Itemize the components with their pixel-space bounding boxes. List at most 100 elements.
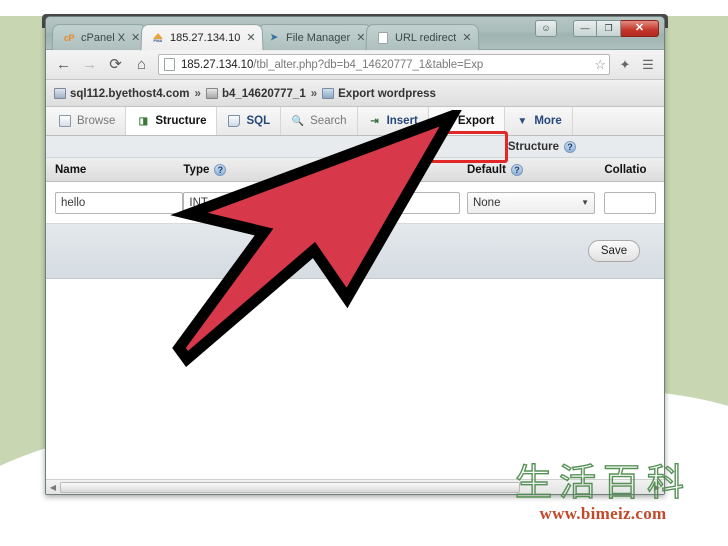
column-collation-input[interactable]	[604, 191, 657, 214]
close-icon[interactable]: ✕	[356, 31, 366, 44]
browser-tab-label: 185.27.134.10	[170, 31, 241, 44]
close-icon[interactable]: ✕	[246, 31, 256, 44]
tab-label: Insert	[386, 115, 418, 127]
menu-icon[interactable]: ☰	[640, 57, 656, 73]
browser-tab-label: File Manager	[285, 31, 351, 44]
browser-tab-file-manager[interactable]: ➤ File Manager ✕	[256, 24, 373, 51]
field-name-cell: hello	[46, 191, 183, 214]
window-controls: ☺ — ❐ ✕	[535, 20, 659, 37]
address-bar-path: /tbl_alter.php?db=b4_14620777_1&table=Ex…	[253, 58, 484, 71]
column-default-select[interactable]: None ▼	[466, 191, 595, 214]
breadcrumb-table[interactable]: Export wordpress	[338, 88, 436, 100]
tab-more[interactable]: ▼ More	[505, 107, 573, 135]
search-icon: 🔍	[291, 115, 305, 127]
chevron-down-icon: ▼	[517, 115, 528, 127]
tab-search[interactable]: 🔍 Search	[281, 107, 358, 135]
column-label: Type	[183, 163, 210, 176]
field-default-cell: None ▼	[466, 191, 604, 214]
section-title: Structure	[507, 140, 559, 153]
table-header-row: Name Type ? Default ? Collatio	[46, 158, 664, 182]
scroll-left-arrow-icon[interactable]: ◀	[46, 483, 60, 492]
reload-button[interactable]: ⟳	[106, 55, 125, 74]
page-content: sql112.byethost4.com » b4_14620777_1 » E…	[46, 81, 664, 494]
browser-tab-label: URL redirect	[395, 31, 457, 44]
address-bar[interactable]: 185.27.134.10/tbl_alter.php?db=b4_146207…	[158, 54, 610, 75]
breadcrumb-server[interactable]: sql112.byethost4.com	[70, 88, 190, 100]
horizontal-scrollbar[interactable]: ◀ ▶	[46, 479, 664, 494]
sql-icon	[227, 115, 241, 128]
select-value: None	[472, 196, 501, 209]
phpmyadmin-nav-tabs: Browse ◨ Structure SQL 🔍 Search ⇥ Insert…	[46, 107, 664, 163]
column-header-name: Name	[46, 164, 183, 176]
database-icon	[205, 88, 218, 99]
bookmark-star-icon[interactable]: ☆	[594, 57, 606, 73]
breadcrumb-separator: »	[194, 87, 201, 100]
restore-button[interactable]: ❐	[597, 20, 621, 37]
close-icon[interactable]: ✕	[131, 31, 141, 44]
browser-titlebar: cP cPanel X ✕ PMA 185.27.134.10 ✕ ➤ File…	[46, 17, 664, 51]
extension-icon[interactable]: ✦	[617, 57, 633, 73]
browser-toolbar: ← → ⟳ ⌂ 185.27.134.10/tbl_alter.php?db=b…	[46, 50, 664, 80]
column-header-collation: Collatio	[604, 164, 664, 176]
page-icon	[164, 58, 175, 71]
field-type-cell: INT	[183, 191, 467, 214]
browser-tabstrip: cP cPanel X ✕ PMA 185.27.134.10 ✕ ➤ File…	[51, 23, 480, 51]
tab-label: Browse	[77, 115, 116, 127]
browse-icon	[58, 115, 72, 128]
browser-tab-url-redirect[interactable]: URL redirect ✕	[365, 24, 480, 51]
address-bar-host: 185.27.134.10	[181, 58, 254, 71]
breadcrumb-database[interactable]: b4_14620777_1	[222, 88, 306, 100]
home-button[interactable]: ⌂	[132, 55, 151, 74]
server-icon	[54, 88, 66, 99]
scrollbar-track[interactable]	[60, 480, 650, 495]
column-label: Default	[466, 163, 506, 176]
column-label: Name	[55, 163, 87, 176]
minimize-button[interactable]: —	[573, 20, 597, 37]
address-bar-url: 185.27.134.10/tbl_alter.php?db=b4_146207…	[181, 59, 592, 71]
help-icon[interactable]: ?	[564, 140, 576, 153]
cpanel-icon: cP	[63, 32, 75, 43]
forward-button[interactable]: →	[80, 55, 99, 74]
export-icon	[439, 115, 453, 128]
tab-label: Export	[457, 115, 495, 127]
back-button[interactable]: ←	[54, 55, 73, 74]
tab-browse[interactable]: Browse	[48, 107, 127, 135]
browser-tab-label: cPanel X	[80, 31, 126, 44]
close-icon[interactable]: ✕	[462, 31, 472, 44]
scrollbar-thumb[interactable]	[60, 481, 521, 493]
tab-export[interactable]: Export	[428, 107, 506, 135]
column-header-type: Type ?	[183, 163, 467, 176]
tab-label: Structure	[155, 115, 207, 127]
document-icon	[376, 31, 390, 45]
tab-sql[interactable]: SQL	[217, 107, 282, 135]
browser-tab-cpanel-x[interactable]: cP cPanel X ✕	[51, 24, 148, 51]
close-button[interactable]: ✕	[621, 20, 659, 37]
tab-label: More	[534, 115, 562, 127]
chevron-down-icon: ▼	[581, 198, 589, 207]
form-footer: Save	[46, 224, 664, 279]
structure-icon: ◨	[138, 115, 149, 127]
column-name-input[interactable]: hello	[55, 191, 183, 214]
breadcrumb: sql112.byethost4.com » b4_14620777_1 » E…	[46, 81, 664, 107]
column-type-input[interactable]: INT	[183, 191, 461, 214]
scroll-right-arrow-icon[interactable]: ▶	[650, 483, 664, 492]
breadcrumb-separator: »	[310, 87, 318, 100]
phpmyadmin-icon: PMA	[151, 31, 165, 45]
insert-icon: ⇥	[370, 115, 379, 127]
save-button[interactable]: Save	[588, 240, 640, 262]
column-label: Collatio	[604, 163, 647, 176]
user-account-icon[interactable]: ☺	[535, 20, 557, 37]
tab-label: Search	[310, 115, 347, 127]
table-icon	[322, 88, 335, 99]
file-manager-icon: ➤	[269, 32, 278, 43]
browser-window: cP cPanel X ✕ PMA 185.27.134.10 ✕ ➤ File…	[45, 16, 665, 495]
field-collation-cell	[604, 191, 664, 214]
tab-structure[interactable]: ◨ Structure	[126, 107, 218, 135]
help-icon[interactable]: ?	[510, 163, 523, 176]
column-header-default: Default ?	[466, 163, 604, 176]
structure-section-header: Structure ?	[46, 136, 664, 158]
browser-tab-phpmyadmin[interactable]: PMA 185.27.134.10 ✕	[140, 24, 264, 51]
help-icon[interactable]: ?	[214, 163, 227, 176]
tab-label: SQL	[246, 115, 271, 127]
tab-insert[interactable]: ⇥ Insert	[358, 107, 429, 135]
